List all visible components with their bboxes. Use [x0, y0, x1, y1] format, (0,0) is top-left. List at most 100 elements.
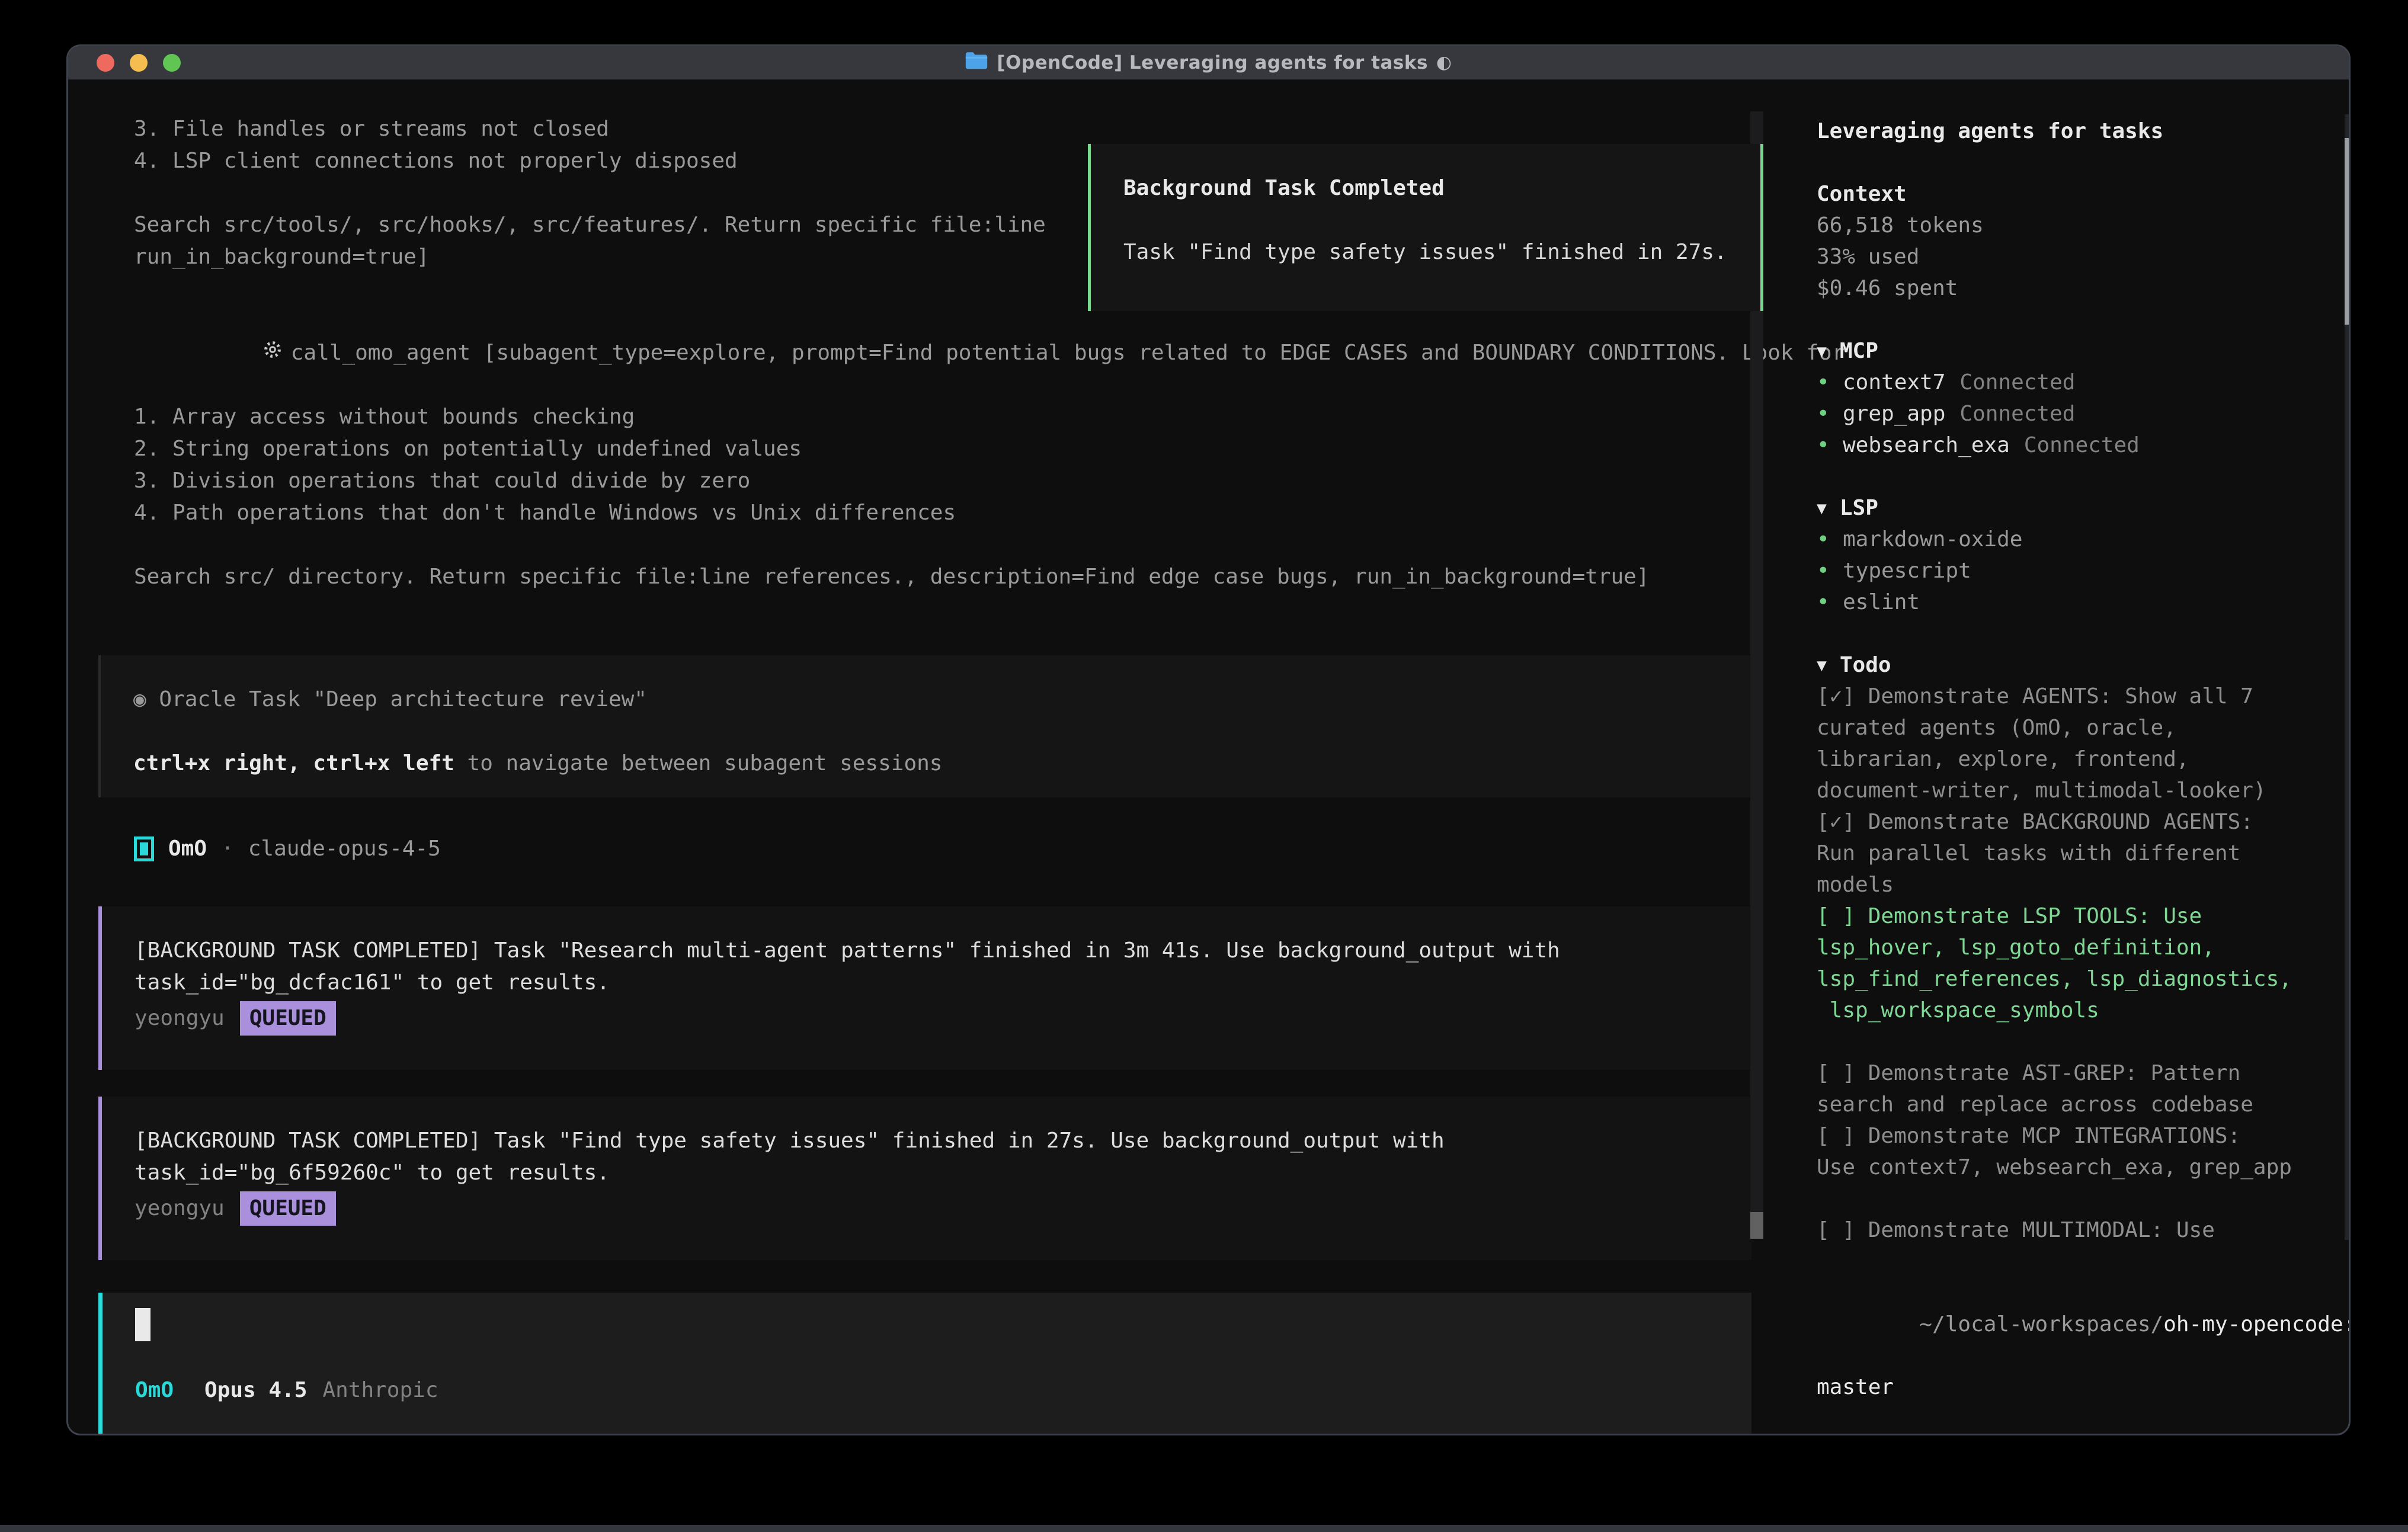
blank-line: [68, 529, 1791, 561]
input-provider-label: Anthropic: [322, 1374, 438, 1406]
agent-model: claude-opus-4-5: [248, 833, 441, 865]
window-title-text: [OpenCode] Leveraging agents for tasks: [997, 52, 1428, 73]
todo-section-header[interactable]: ▼ Todo: [1817, 649, 2351, 681]
todo-item-active: [ ] Demonstrate LSP TOOLS: Use lsp_hover…: [1817, 900, 2351, 1026]
minimize-button[interactable]: [130, 54, 148, 72]
status-dot-icon: •: [1817, 398, 1843, 430]
workspace-path-prefix: ~/local-workspaces/: [1919, 1312, 2163, 1337]
fisheye-icon: ◉: [133, 687, 146, 711]
tool-call-item: 2. String operations on potentially unde…: [68, 433, 1791, 465]
todo-item-pending: [ ] Demonstrate MCP INTEGRATIONS: Use co…: [1817, 1120, 2351, 1183]
tool-call-text: call_omo_agent [subagent_type=explore, p…: [291, 337, 1845, 369]
status-dot-icon: •: [1817, 524, 1843, 555]
oracle-task-box: ◉ Oracle Task "Deep architecture review"…: [98, 655, 1751, 797]
maximize-button[interactable]: [163, 54, 181, 72]
todo-line: document-writer, multimodal-looker): [1817, 775, 2351, 806]
todo-line: [ ] Demonstrate AST-GREP: Pattern: [1817, 1057, 2351, 1089]
todo-heading-label: Todo: [1840, 649, 1891, 681]
traffic-lights: [97, 46, 181, 79]
task-user: yeongyu: [135, 1193, 225, 1225]
gear-icon: [134, 305, 283, 401]
todo-line: search and replace across codebase: [1817, 1089, 2351, 1120]
lsp-name: markdown-oxide: [1843, 524, 2022, 555]
prompt-input[interactable]: OmO Opus 4.5 Anthropic: [98, 1293, 1751, 1435]
mcp-item: • context7 Connected: [1817, 367, 2351, 398]
lsp-item: • eslint: [1817, 586, 2351, 618]
task-result-line: [BACKGROUND TASK COMPLETED] Task "Find t…: [135, 1125, 1728, 1157]
todo-line: [ ] Demonstrate MULTIMODAL: Use: [1817, 1214, 2351, 1246]
todo-line: librarian, explore, frontend,: [1817, 743, 2351, 775]
todo-line: [✓] Demonstrate AGENTS: Show all 7: [1817, 681, 2351, 712]
task-meta-row: yeongyu QUEUED: [135, 1191, 1728, 1226]
window-content: Background Task Completed Task "Find typ…: [68, 80, 2349, 1434]
mcp-heading-label: MCP: [1840, 335, 1878, 367]
workspace-path-repo: oh-my-opencode:: [2163, 1312, 2351, 1337]
tool-call-tail: Search src/ directory. Return specific f…: [68, 561, 1791, 593]
task-result-block: [BACKGROUND TASK COMPLETED] Task "Find t…: [98, 1097, 1751, 1260]
tool-call-line: call_omo_agent [subagent_type=explore, p…: [68, 305, 1791, 401]
status-dot-icon: •: [1817, 430, 1843, 461]
input-model-label: Opus 4.5: [204, 1374, 307, 1406]
sidebar-scrollbar[interactable]: [2345, 114, 2351, 1240]
todo-line: models: [1817, 869, 2351, 900]
mcp-status: Connected: [1959, 367, 2075, 398]
tool-call-item: 4. Path operations that don't handle Win…: [68, 497, 1791, 529]
background-task-notification: Background Task Completed Task "Find typ…: [1088, 144, 1763, 311]
chevron-down-icon: ▼: [1817, 649, 1827, 681]
todo-item-done: [✓] Demonstrate AGENTS: Show all 7 curat…: [1817, 681, 2351, 806]
mcp-item: • websearch_exa Connected: [1817, 430, 2351, 461]
todo-line: [ ] Demonstrate LSP TOOLS: Use: [1817, 900, 2351, 932]
todo-line: lsp_hover, lsp_goto_definition,: [1817, 932, 2351, 963]
input-agent-label: OmO: [135, 1374, 174, 1406]
mcp-section-header[interactable]: ▼ MCP: [1817, 335, 2351, 367]
sidebar-scrollbar-thumb[interactable]: [2345, 138, 2351, 325]
task-user: yeongyu: [135, 1002, 225, 1034]
todo-line: Use context7, websearch_exa, grep_app: [1817, 1152, 2351, 1183]
opencode-window: [OpenCode] Leveraging agents for tasks ◐…: [66, 44, 2351, 1435]
mcp-name: context7: [1843, 367, 1945, 398]
status-dot-icon: •: [1817, 555, 1843, 586]
agent-square-icon: [134, 836, 154, 861]
status-dot-icon: •: [1817, 1434, 1843, 1435]
status-dot-icon: •: [1817, 367, 1843, 398]
close-button[interactable]: [97, 54, 114, 72]
lsp-item: • markdown-oxide: [1817, 524, 2351, 555]
oracle-task-line: ◉ Oracle Task "Deep architecture review": [133, 684, 1751, 716]
window-title: [OpenCode] Leveraging agents for tasks ◐: [965, 50, 1452, 75]
mcp-status: Connected: [1959, 398, 2075, 430]
todo-line: [✓] Demonstrate BACKGROUND AGENTS:: [1817, 806, 2351, 838]
oracle-task-text: Oracle Task "Deep architecture review": [159, 687, 647, 711]
chevron-down-icon: ▼: [1817, 335, 1827, 367]
mcp-item: • grep_app Connected: [1817, 398, 2351, 430]
tool-call-item: 3. Division operations that could divide…: [68, 465, 1791, 497]
todo-line: Run parallel tasks with different: [1817, 838, 2351, 869]
status-badge: QUEUED: [240, 1001, 336, 1036]
subagent-nav-hint: ctrl+x right, ctrl+x left to navigate be…: [133, 748, 1751, 780]
chevron-down-icon: ▼: [1817, 492, 1827, 524]
hint-keys: ctrl+x right, ctrl+x left: [133, 751, 454, 775]
separator-dot: ·: [221, 833, 234, 865]
model-row: OmO Opus 4.5 Anthropic: [135, 1374, 1751, 1406]
notification-title: Background Task Completed: [1123, 172, 1760, 204]
context-tokens: 66,518 tokens: [1817, 210, 2351, 241]
lsp-item: • typescript: [1817, 555, 2351, 586]
todo-line: lsp_find_references, lsp_diagnostics,: [1817, 963, 2351, 995]
todo-line: [ ] Demonstrate MCP INTEGRATIONS:: [1817, 1120, 2351, 1152]
agent-header: OmO · claude-opus-4-5: [68, 833, 1791, 865]
status-dot-icon: •: [1817, 586, 1843, 618]
task-meta-row: yeongyu QUEUED: [135, 1001, 1728, 1036]
terminal-line: 3. File handles or streams not closed: [68, 113, 1791, 145]
task-result-line: task_id="bg_dcfac161" to get results.: [135, 967, 1728, 999]
chat-scrollbar-thumb[interactable]: [1750, 1212, 1763, 1239]
hint-text: to navigate between subagent sessions: [454, 751, 943, 775]
mcp-status: Connected: [2024, 430, 2140, 461]
todo-item-pending: [ ] Demonstrate MULTIMODAL: Use: [1817, 1214, 2351, 1246]
chat-log: Background Task Completed Task "Find typ…: [68, 80, 1791, 1434]
tool-call-item: 1. Array access without bounds checking: [68, 401, 1791, 433]
text-cursor: [135, 1308, 150, 1341]
app-version: 1.0.163: [1959, 1434, 2050, 1435]
lsp-section-header[interactable]: ▼ LSP: [1817, 492, 2351, 524]
todo-line: curated agents (OmO, oracle,: [1817, 712, 2351, 743]
app-name-prefix: Open: [1843, 1434, 1894, 1435]
status-badge: QUEUED: [240, 1191, 336, 1226]
